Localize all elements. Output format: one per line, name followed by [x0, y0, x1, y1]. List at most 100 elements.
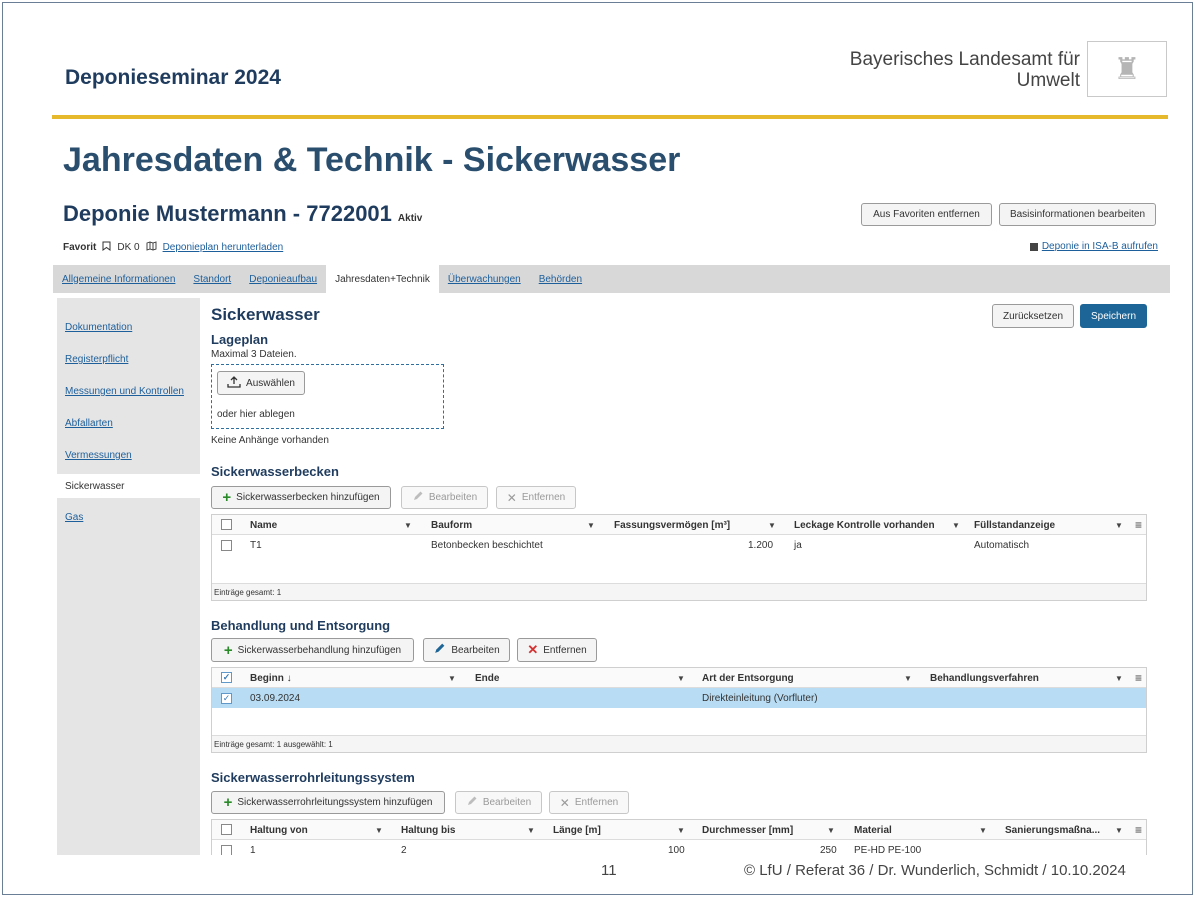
table-cell: 03.09.2024	[250, 692, 301, 704]
table-cell: Direkteinleitung (Vorfluter)	[702, 692, 818, 704]
table-header: ✓ Beginn ↓ ▼ Ende ▼ Art der Entsorgung ▼…	[212, 668, 1146, 688]
row-checkbox[interactable]	[221, 539, 232, 551]
tab-authorities[interactable]: Behörden	[530, 265, 591, 293]
table-row[interactable]: ✓ 03.09.2024 Direkteinleitung (Vorfluter…	[212, 688, 1146, 708]
remove-basin-button[interactable]: ✕ Entfernen	[496, 486, 576, 509]
tab-structure[interactable]: Deponieaufbau	[240, 265, 326, 293]
tab-annual-data[interactable]: Jahresdaten+Technik	[326, 265, 439, 293]
lageplan-title: Lageplan	[211, 332, 269, 347]
sort-arrow-icon[interactable]: ▼	[952, 515, 960, 535]
edit-treatment-button[interactable]: Bearbeiten	[423, 638, 510, 662]
sidebar-item-registry[interactable]: Registerpflicht	[65, 354, 128, 365]
remove-pipeline-button[interactable]: ✕ Entfernen	[549, 791, 629, 814]
plus-icon: +	[223, 794, 233, 811]
table-cell: Automatisch	[974, 539, 1030, 551]
sidebar-item-leachate[interactable]: Sickerwasser	[57, 474, 200, 498]
table-cell: T1	[250, 539, 262, 551]
table-header: Name ▼ Bauform ▼ Fassungsvermögen [m³] ▼…	[212, 515, 1146, 535]
column-header[interactable]: Art der Entsorgung	[702, 668, 794, 688]
select-all-checkbox[interactable]	[221, 824, 232, 835]
column-header[interactable]: Durchmesser [mm]	[702, 820, 793, 840]
add-treatment-button[interactable]: + Sickerwasserbehandlung hinzufügen	[211, 638, 414, 662]
table-cell: 2	[401, 844, 407, 856]
remove-treatment-button[interactable]: ✕ Entfernen	[517, 638, 597, 662]
pencil-icon	[466, 795, 478, 810]
save-button[interactable]: Speichern	[1080, 304, 1147, 328]
org-line-1: Bayerisches Landesamt für	[849, 49, 1080, 70]
column-header[interactable]: Beginn ↓	[250, 668, 292, 688]
column-header[interactable]: Behandlungsverfahren	[930, 668, 1039, 688]
tab-monitoring[interactable]: Überwachungen	[439, 265, 530, 293]
add-pipeline-label: Sickerwasserrohrleitungssystem hinzufüge…	[237, 797, 433, 808]
table-cell: PE-HD PE-100	[854, 844, 922, 856]
column-menu-icon[interactable]: ≡	[1135, 668, 1142, 688]
column-header[interactable]: Fassungsvermögen [m³]	[614, 515, 730, 535]
select-file-label: Auswählen	[246, 377, 295, 389]
sort-arrow-icon[interactable]: ▼	[527, 820, 535, 840]
table-cell: 250	[820, 844, 837, 856]
table-row[interactable]: T1 Betonbecken beschichtet 1.200 ja Auto…	[212, 535, 1146, 555]
table-row[interactable]: 1 2 100 250 PE-HD PE-100	[212, 840, 1146, 855]
column-header[interactable]: Leckage Kontrolle vorhanden	[794, 515, 935, 535]
column-header[interactable]: Ende	[475, 668, 499, 688]
edit-basin-button[interactable]: Bearbeiten	[401, 486, 488, 509]
remove-favorite-button[interactable]: Aus Favoriten entfernen	[861, 203, 992, 226]
reset-button[interactable]: Zurücksetzen	[992, 304, 1074, 328]
sort-arrow-icon[interactable]: ▼	[404, 515, 412, 535]
section-title: Sickerwasser	[211, 305, 320, 324]
column-header[interactable]: Haltung von	[250, 820, 308, 840]
sort-arrow-icon[interactable]: ▼	[677, 820, 685, 840]
sort-arrow-icon[interactable]: ▼	[587, 515, 595, 535]
sort-arrow-icon[interactable]: ▼	[904, 668, 912, 688]
column-menu-icon[interactable]: ≡	[1135, 820, 1142, 840]
sidebar-item-gas[interactable]: Gas	[65, 512, 83, 523]
remove-treatment-label: Entfernen	[543, 644, 587, 656]
treatment-table: ✓ Beginn ↓ ▼ Ende ▼ Art der Entsorgung ▼…	[211, 667, 1147, 753]
edit-basic-info-button[interactable]: Basisinformationen bearbeiten	[999, 203, 1156, 226]
table-cell: Betonbecken beschichtet	[431, 539, 543, 551]
meta-bar: Favorit DK 0 Deponieplan herunterladen	[63, 241, 283, 254]
column-header[interactable]: Material	[854, 820, 892, 840]
table-header: Haltung von ▼ Haltung bis ▼ Länge [m] ▼ …	[212, 820, 1146, 840]
isab-link[interactable]: Deponie in ISA-B aufrufen	[1042, 241, 1158, 252]
sort-arrow-icon[interactable]: ▼	[768, 515, 776, 535]
map-icon	[146, 241, 157, 254]
sort-arrow-icon[interactable]: ▼	[1115, 668, 1123, 688]
sort-arrow-icon[interactable]: ▼	[979, 820, 987, 840]
column-header[interactable]: Füllstandanzeige	[974, 515, 1055, 535]
select-all-checkbox[interactable]	[221, 519, 232, 530]
landfill-name: Deponie Mustermann - 7722001	[63, 201, 392, 226]
add-pipeline-button[interactable]: + Sickerwasserrohrleitungssystem hinzufü…	[211, 791, 445, 814]
bookmark-icon[interactable]	[102, 241, 111, 254]
tab-general[interactable]: Allgemeine Informationen	[53, 265, 184, 293]
sidebar-item-waste-types[interactable]: Abfallarten	[65, 418, 113, 429]
column-header[interactable]: Haltung bis	[401, 820, 455, 840]
page-title: Deponie Mustermann - 7722001 Aktiv	[63, 201, 422, 227]
add-basin-button[interactable]: + Sickerwasserbecken hinzufügen	[211, 486, 391, 509]
column-header[interactable]: Länge [m]	[553, 820, 601, 840]
basin-table: Name ▼ Bauform ▼ Fassungsvermögen [m³] ▼…	[211, 514, 1147, 601]
sort-arrow-icon[interactable]: ▼	[375, 820, 383, 840]
download-plan-link[interactable]: Deponieplan herunterladen	[163, 242, 284, 253]
select-all-checkbox[interactable]: ✓	[221, 672, 232, 683]
row-checkbox[interactable]	[221, 844, 232, 855]
sort-arrow-icon[interactable]: ▼	[827, 820, 835, 840]
sort-arrow-icon[interactable]: ▼	[1115, 820, 1123, 840]
row-checkbox[interactable]: ✓	[221, 692, 232, 704]
sidebar-item-documentation[interactable]: Dokumentation	[65, 322, 132, 333]
sidebar-item-surveys[interactable]: Vermessungen	[65, 450, 132, 461]
isab-link-wrapper[interactable]: Deponie in ISA-B aufrufen	[1029, 241, 1158, 252]
column-header[interactable]: Name	[250, 515, 277, 535]
sort-arrow-icon[interactable]: ▼	[448, 668, 456, 688]
column-header[interactable]: Bauform	[431, 515, 472, 535]
column-header[interactable]: Sanierungsmaßna...	[1005, 820, 1100, 840]
tab-location[interactable]: Standort	[184, 265, 240, 293]
edit-pipeline-button[interactable]: Bearbeiten	[455, 791, 542, 814]
sort-arrow-icon[interactable]: ▼	[1115, 515, 1123, 535]
column-menu-icon[interactable]: ≡	[1135, 515, 1142, 535]
select-file-button[interactable]: Auswählen	[217, 371, 305, 395]
sort-arrow-icon[interactable]: ▼	[677, 668, 685, 688]
slide-title: Jahresdaten & Technik - Sickerwasser	[63, 141, 681, 179]
sidebar-item-measurements[interactable]: Messungen und Kontrollen	[65, 386, 184, 397]
edit-basin-label: Bearbeiten	[428, 492, 478, 503]
